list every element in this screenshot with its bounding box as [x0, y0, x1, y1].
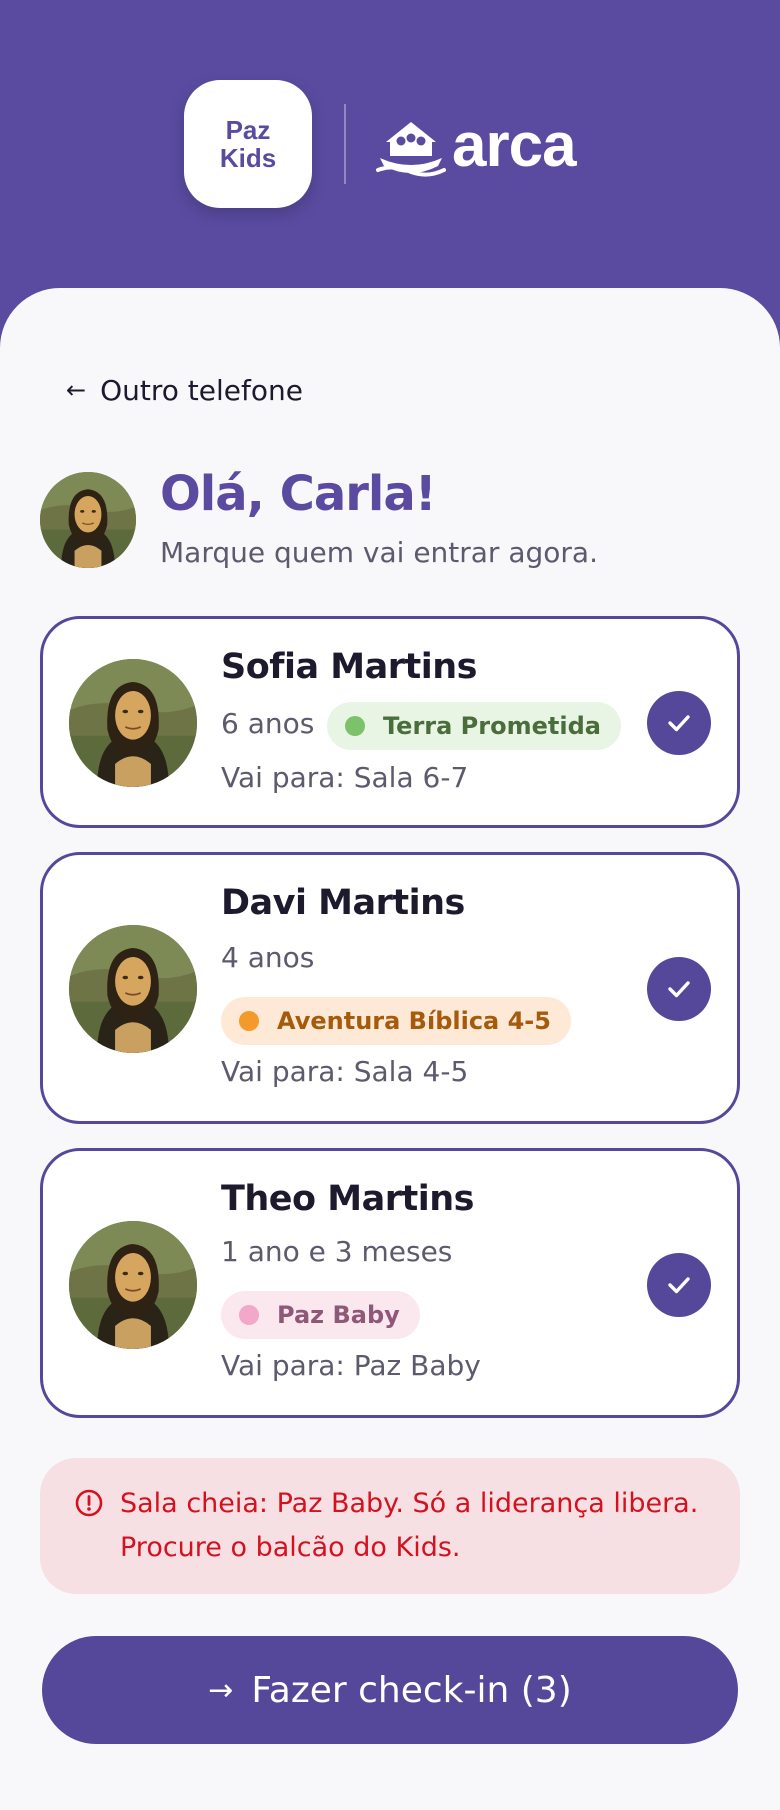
child-destination: Vai para: Sala 6-7	[221, 761, 469, 794]
header-divider	[344, 104, 346, 184]
child-avatar	[69, 925, 197, 1053]
paz-kids-logo-line2: Kids	[219, 143, 277, 173]
alert-circle-icon	[75, 1489, 103, 1517]
group-badge: Paz Baby	[221, 1291, 420, 1339]
greeting-subtitle: Marque quem vai entrar agora.	[160, 536, 598, 569]
arrow-right-icon: →	[208, 1672, 234, 1708]
child-name: Davi Martins	[221, 883, 465, 923]
child-card-davi[interactable]: Davi Martins 4 anos Aventura Bíblica 4-5…	[40, 852, 740, 1124]
group-label: Paz Baby	[277, 1301, 400, 1329]
greeting-title: Olá, Carla!	[160, 466, 437, 522]
child-name: Sofia Martins	[221, 647, 477, 687]
check-icon	[668, 1277, 690, 1294]
room-full-alert: Sala cheia: Paz Baby. Só a liderança lib…	[40, 1458, 740, 1594]
check-in-button[interactable]: → Fazer check-in (3)	[42, 1636, 738, 1744]
selected-checkbox[interactable]	[647, 957, 711, 1021]
group-badge: Terra Prometida	[327, 702, 621, 750]
group-dot	[345, 716, 365, 736]
ark-icon	[376, 122, 446, 177]
parent-avatar	[40, 472, 136, 568]
group-label: Terra Prometida	[383, 712, 601, 740]
check-icon	[668, 715, 690, 732]
child-age: 1 ano e 3 meses	[221, 1235, 453, 1268]
child-card-theo[interactable]: Theo Martins 1 ano e 3 meses Paz Baby Va…	[40, 1148, 740, 1418]
group-dot	[239, 1011, 259, 1031]
paz-kids-logo-line1: Paz	[225, 115, 271, 145]
selected-checkbox[interactable]	[647, 1253, 711, 1317]
child-card-sofia[interactable]: Sofia Martins 6 anos Terra Prometida Vai…	[40, 616, 740, 828]
check-in-label: Fazer check-in (3)	[251, 1669, 572, 1711]
selected-checkbox[interactable]	[647, 691, 711, 755]
child-avatar	[69, 1221, 197, 1349]
back-button[interactable]: ← Outro telefone	[66, 370, 303, 410]
child-destination: Vai para: Sala 4-5	[221, 1055, 469, 1088]
child-avatar	[69, 659, 197, 787]
arca-wordmark: arca	[452, 111, 577, 180]
alert-message: Sala cheia: Paz Baby. Só a liderança lib…	[120, 1488, 699, 1563]
child-destination: Vai para: Paz Baby	[221, 1349, 481, 1382]
child-name: Theo Martins	[221, 1179, 474, 1219]
arca-logo: arca	[376, 106, 596, 186]
child-age: 6 anos	[221, 707, 315, 740]
back-label: Outro telefone	[100, 373, 303, 407]
app-header: Paz Kids arca	[0, 0, 780, 320]
child-age: 4 anos	[221, 941, 315, 974]
arrow-left-icon: ←	[66, 376, 87, 404]
paz-kids-logo: Paz Kids	[184, 80, 312, 208]
group-label: Aventura Bíblica 4-5	[277, 1007, 551, 1035]
group-dot	[239, 1305, 259, 1325]
check-icon	[668, 981, 690, 998]
group-badge: Aventura Bíblica 4-5	[221, 997, 571, 1045]
